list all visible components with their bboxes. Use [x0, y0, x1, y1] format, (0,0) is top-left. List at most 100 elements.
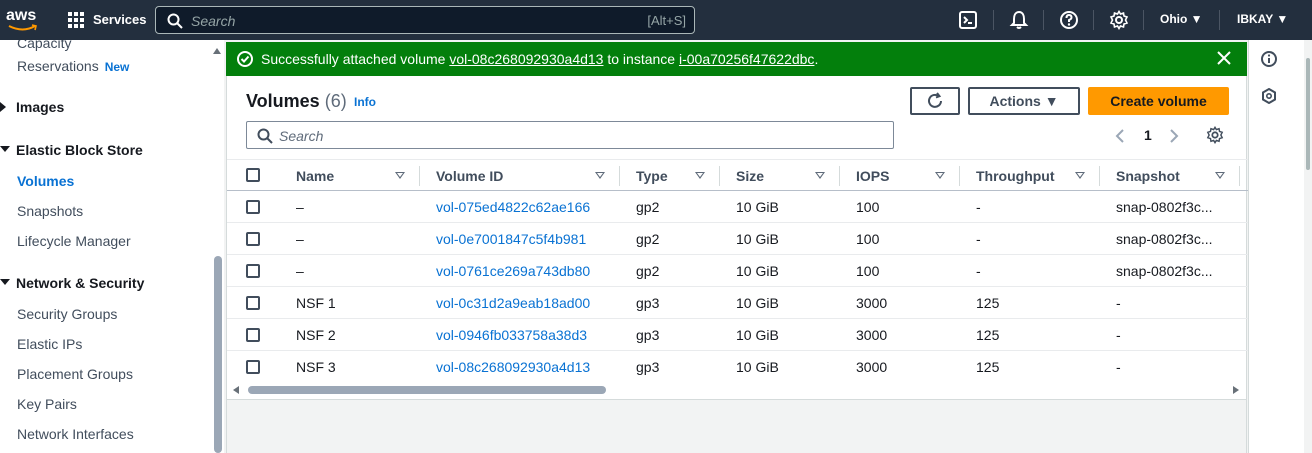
page-scrollbar[interactable] [1304, 40, 1312, 453]
info-link[interactable]: Info [354, 95, 376, 109]
refresh-button[interactable] [910, 87, 960, 115]
sort-icon[interactable] [935, 172, 945, 179]
sort-icon[interactable] [1215, 172, 1225, 179]
sidebar-item-lifecycle-manager[interactable]: Lifecycle Manager [17, 233, 131, 249]
horizontal-scrollbar-thumb[interactable] [248, 386, 606, 394]
cell-volume-id-link[interactable]: vol-075ed4822c62ae166 [436, 199, 590, 215]
column-resizer[interactable] [1099, 166, 1100, 186]
sidebar-section-images[interactable]: Images [16, 99, 64, 115]
chevron-left-icon[interactable] [1115, 128, 1125, 144]
table-row[interactable]: NSF 1 vol-0c31d2a9eab18ad00 gp3 10 GiB 3… [227, 287, 1248, 319]
cell-iops: 100 [856, 263, 880, 279]
row-checkbox[interactable] [246, 264, 260, 278]
cell-size: 10 GiB [736, 295, 779, 311]
flash-instance-link[interactable]: i-00a70256f47622dbc [679, 51, 814, 67]
table-row[interactable]: – vol-0761ce269a743db80 gp2 10 GiB 100 -… [227, 255, 1248, 287]
sidebar-item-network-interfaces[interactable]: Network Interfaces [17, 426, 134, 442]
success-flash-bar: Successfully attached volume vol-08c2680… [226, 42, 1247, 76]
cell-volume-id-link[interactable]: vol-0946fb033758a38d3 [436, 327, 587, 343]
scroll-right-arrow-icon[interactable] [1233, 386, 1239, 394]
settings-icon[interactable] [1109, 10, 1129, 30]
info-icon[interactable] [1261, 51, 1277, 67]
account-menu[interactable]: IBKAY ▼ [1237, 12, 1288, 26]
column-resizer[interactable] [619, 166, 620, 186]
table-row[interactable]: NSF 3 vol-08c268092930a4d13 gp3 10 GiB 3… [227, 351, 1248, 383]
cell-name: NSF 3 [296, 359, 336, 375]
global-search-input[interactable]: Search [Alt+S] [155, 6, 695, 34]
table-row[interactable]: – vol-0e7001847c5f4b981 gp2 10 GiB 100 -… [227, 223, 1248, 255]
sidebar-section-ebs[interactable]: Elastic Block Store [16, 142, 143, 158]
sidebar-scrollbar-thumb[interactable] [214, 256, 222, 453]
cell-volume-id-link[interactable]: vol-0761ce269a743db80 [436, 263, 590, 279]
services-menu-button[interactable]: Services [93, 12, 147, 27]
flash-suffix: . [814, 51, 819, 67]
right-tools-rail [1248, 40, 1304, 453]
page-number[interactable]: 1 [1144, 127, 1152, 143]
cell-throughput: 125 [976, 359, 1000, 375]
sort-icon[interactable] [695, 172, 705, 179]
sidebar-item-snapshots[interactable]: Snapshots [17, 203, 83, 219]
caret-right-icon[interactable] [0, 102, 6, 112]
close-icon[interactable] [1217, 51, 1231, 65]
hexagon-icon[interactable] [1261, 88, 1277, 104]
table-row[interactable]: – vol-075ed4822c62ae166 gp2 10 GiB 100 -… [227, 191, 1248, 223]
help-icon[interactable] [1059, 10, 1079, 30]
scroll-up-arrow-icon[interactable] [213, 48, 221, 54]
column-resizer[interactable] [959, 166, 960, 186]
bell-icon[interactable] [1009, 10, 1029, 30]
column-resizer[interactable] [419, 166, 420, 186]
table-row[interactable]: NSF 2 vol-0946fb033758a38d3 gp3 10 GiB 3… [227, 319, 1248, 351]
sidebar-item-capacity-reservations[interactable]: Reservations New [17, 58, 129, 74]
column-header-type[interactable]: Type [636, 168, 668, 184]
column-header-snapshot[interactable]: Snapshot [1116, 168, 1180, 184]
row-checkbox[interactable] [246, 360, 260, 374]
sort-icon[interactable] [595, 172, 605, 179]
grid-icon[interactable] [68, 12, 84, 28]
column-resizer[interactable] [839, 166, 840, 186]
chevron-right-icon[interactable] [1169, 128, 1179, 144]
sort-icon[interactable] [1075, 172, 1085, 179]
cell-volume-id-link[interactable]: vol-08c268092930a4d13 [436, 359, 590, 375]
sidebar-item-security-groups[interactable]: Security Groups [17, 306, 117, 322]
cell-volume-id-link[interactable]: vol-0e7001847c5f4b981 [436, 231, 586, 247]
column-header-iops[interactable]: IOPS [856, 168, 889, 184]
column-header-throughput[interactable]: Throughput [976, 168, 1055, 184]
aws-logo[interactable]: aws [6, 6, 42, 34]
select-all-checkbox[interactable] [246, 168, 260, 182]
page-scrollbar-thumb[interactable] [1306, 58, 1310, 170]
caret-down-icon[interactable] [0, 279, 10, 285]
create-volume-button[interactable]: Create volume [1088, 87, 1229, 115]
sidebar-item-key-pairs[interactable]: Key Pairs [17, 396, 77, 412]
settings-icon[interactable] [1206, 126, 1224, 144]
sort-icon[interactable] [395, 172, 405, 179]
row-checkbox[interactable] [246, 232, 260, 246]
search-icon [167, 13, 183, 29]
column-header-volume-id[interactable]: Volume ID [436, 168, 503, 184]
sort-icon[interactable] [815, 172, 825, 179]
actions-dropdown-button[interactable]: Actions ▼ [968, 87, 1080, 115]
sidebar-item-placement-groups[interactable]: Placement Groups [17, 366, 133, 382]
cloudshell-icon[interactable] [958, 10, 978, 30]
sidebar-section-network-security[interactable]: Network & Security [16, 275, 144, 291]
cell-throughput: - [976, 231, 981, 247]
flash-volume-link[interactable]: vol-08c268092930a4d13 [449, 51, 603, 67]
row-checkbox[interactable] [246, 328, 260, 342]
column-resizer[interactable] [719, 166, 720, 186]
cell-size: 10 GiB [736, 231, 779, 247]
table-horizontal-scrollbar[interactable] [226, 381, 1247, 399]
column-header-size[interactable]: Size [736, 168, 764, 184]
sidebar-item-capacity-line1[interactable]: Capacity [17, 40, 71, 51]
column-header-name[interactable]: Name [296, 168, 334, 184]
table-search-input[interactable]: Search [246, 121, 894, 149]
region-selector[interactable]: Ohio ▼ [1160, 12, 1203, 26]
sidebar-item-elastic-ips[interactable]: Elastic IPs [17, 336, 82, 352]
caret-down-icon[interactable] [0, 146, 10, 152]
row-checkbox[interactable] [246, 200, 260, 214]
scroll-left-arrow-icon[interactable] [233, 386, 239, 394]
nav-divider [1143, 10, 1144, 30]
cell-volume-id-link[interactable]: vol-0c31d2a9eab18ad00 [436, 295, 590, 311]
cell-iops: 3000 [856, 327, 888, 343]
sidebar-item-volumes[interactable]: Volumes [17, 173, 74, 189]
column-resizer[interactable] [1239, 166, 1240, 186]
row-checkbox[interactable] [246, 296, 260, 310]
